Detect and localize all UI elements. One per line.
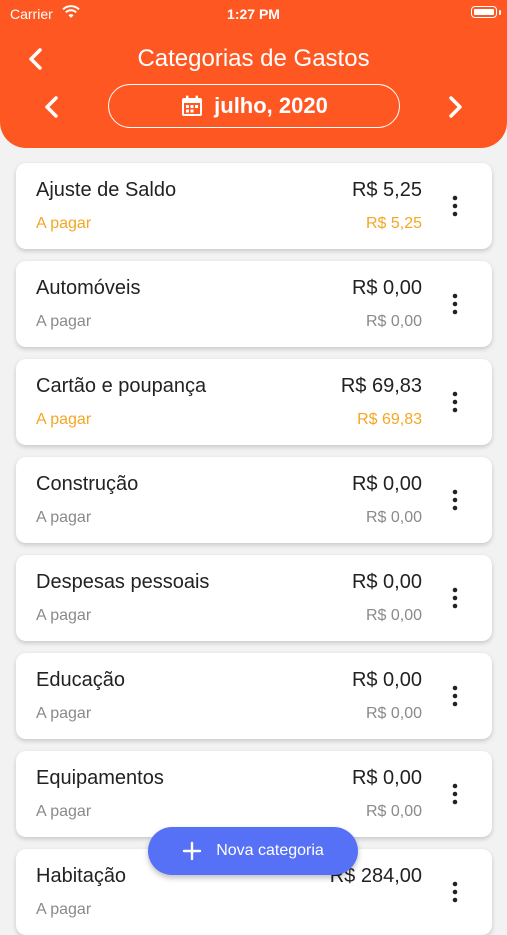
calendar-icon	[182, 95, 203, 116]
more-vert-icon[interactable]	[448, 488, 462, 512]
battery-icon	[471, 6, 497, 18]
category-due-amount: R$ 0,00	[365, 509, 422, 526]
category-due-amount: R$ 0,00	[365, 607, 422, 624]
category-due-amount: R$ 0,00	[365, 803, 422, 820]
category-card[interactable]: Equipamentos R$ 0,00 A pagar R$ 0,00	[16, 751, 492, 837]
category-due-amount: R$ 0,00	[365, 313, 422, 330]
category-name: Despesas pessoais	[36, 571, 210, 593]
category-amount: R$ 5,25	[351, 179, 422, 201]
previous-month-button[interactable]	[38, 92, 66, 122]
category-amount: R$ 0,00	[351, 277, 422, 299]
category-status: A pagar	[36, 705, 92, 722]
category-status: A pagar	[36, 313, 92, 330]
battery-tip	[499, 10, 501, 15]
more-vert-icon[interactable]	[448, 586, 462, 610]
category-amount: R$ 0,00	[351, 473, 422, 495]
category-card[interactable]: Automóveis R$ 0,00 A pagar R$ 0,00	[16, 261, 492, 347]
next-month-button[interactable]	[441, 92, 469, 122]
category-name: Educação	[36, 669, 125, 691]
more-vert-icon[interactable]	[448, 194, 462, 218]
category-card[interactable]: Educação R$ 0,00 A pagar R$ 0,00	[16, 653, 492, 739]
month-label: julho, 2020	[214, 93, 328, 118]
more-vert-icon[interactable]	[448, 880, 462, 904]
category-status: A pagar	[36, 509, 92, 526]
category-amount: R$ 0,00	[351, 571, 422, 593]
more-vert-icon[interactable]	[448, 782, 462, 806]
new-category-button[interactable]: Nova categoria	[148, 827, 358, 875]
category-amount: R$ 0,00	[351, 669, 422, 691]
category-status: A pagar	[36, 607, 92, 624]
category-amount: R$ 69,83	[340, 375, 422, 397]
category-name: Ajuste de Saldo	[36, 179, 177, 201]
month-selector[interactable]: julho, 2020	[108, 84, 400, 128]
category-card[interactable]: Cartão e poupança R$ 69,83 A pagar R$ 69…	[16, 359, 492, 445]
category-due-amount: R$ 69,83	[357, 411, 422, 428]
category-name: Construção	[36, 473, 139, 495]
more-vert-icon[interactable]	[448, 292, 462, 316]
category-status: A pagar	[36, 901, 92, 918]
category-name: Habitação	[36, 865, 127, 887]
category-status: A pagar	[36, 803, 92, 820]
status-bar: Carrier 1:27 PM	[0, 0, 507, 28]
more-vert-icon[interactable]	[448, 390, 462, 414]
category-card[interactable]: Ajuste de Saldo R$ 5,25 A pagar R$ 5,25	[16, 163, 492, 249]
plus-icon	[182, 841, 202, 861]
category-card[interactable]: Despesas pessoais R$ 0,00 A pagar R$ 0,0…	[16, 555, 492, 641]
category-due-amount: R$ 0,00	[365, 705, 422, 722]
category-name: Cartão e poupança	[36, 375, 207, 397]
category-due-amount: R$ 5,25	[365, 215, 422, 232]
category-card[interactable]: Construção R$ 0,00 A pagar R$ 0,00	[16, 457, 492, 543]
app-header: Carrier 1:27 PM Categorias de Gastos jul…	[0, 0, 507, 148]
category-amount: R$ 0,00	[351, 767, 422, 789]
category-name: Automóveis	[36, 277, 141, 299]
category-status: A pagar	[36, 215, 92, 232]
clock: 1:27 PM	[227, 6, 280, 22]
new-category-label: Nova categoria	[216, 842, 324, 859]
category-status: A pagar	[36, 411, 92, 428]
category-name: Equipamentos	[36, 767, 164, 789]
page-title: Categorias de Gastos	[137, 45, 370, 72]
more-vert-icon[interactable]	[448, 684, 462, 708]
